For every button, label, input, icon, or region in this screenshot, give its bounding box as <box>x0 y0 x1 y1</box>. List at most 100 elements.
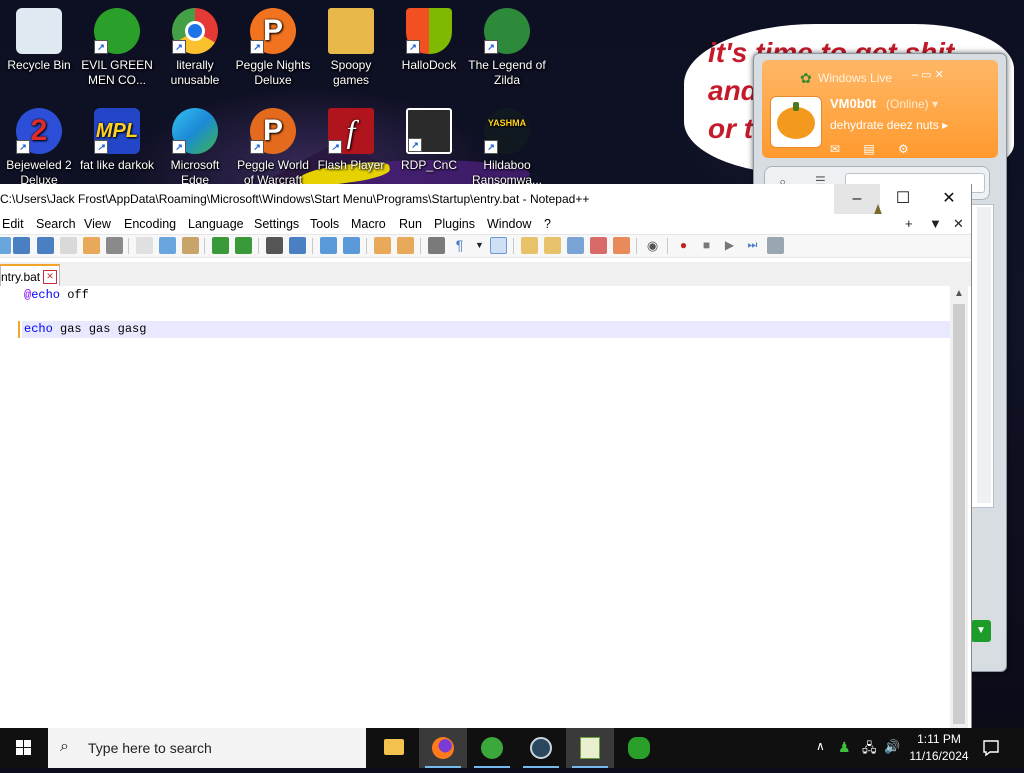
desktop-icon-microsoft-edge[interactable]: ↗ Microsoft Edge <box>156 100 234 188</box>
tab-list-button[interactable]: ▼ <box>929 216 942 231</box>
eye-icon[interactable]: ◉ <box>644 237 661 254</box>
desktop-icon-fat-like-darkok[interactable]: MPL ↗ fat like darkok <box>78 100 156 173</box>
sync-horizontal-icon[interactable] <box>397 237 414 254</box>
taskbar-app-green-men[interactable] <box>615 728 663 768</box>
zoom-out-icon[interactable] <box>343 237 360 254</box>
menu-macro[interactable]: Macro <box>351 217 386 231</box>
notification-center-icon[interactable] <box>982 739 1000 757</box>
code-line-3[interactable]: echo gas gas gasg <box>24 322 146 336</box>
desktop-icon-label: Recycle Bin <box>7 58 71 72</box>
wlm-scrollbar[interactable] <box>977 207 991 503</box>
network-icon[interactable]: 🖧 <box>862 739 877 761</box>
document-map-icon[interactable] <box>544 237 561 254</box>
npp-editor[interactable]: @echo off echo gas gas gasg ▲ <box>0 286 971 728</box>
menu-run[interactable]: Run <box>399 217 422 231</box>
chevron-down-icon[interactable]: ▼ <box>471 237 488 254</box>
menu-search[interactable]: Search <box>36 217 76 231</box>
menu-tools[interactable]: Tools <box>310 217 339 231</box>
cut-icon[interactable] <box>136 237 153 254</box>
close-button[interactable]: ✕ <box>926 184 972 214</box>
volume-icon[interactable]: 🔊 <box>884 739 900 755</box>
tab-close-icon[interactable]: ✕ <box>43 270 57 284</box>
green-men-icon: ↗ <box>94 8 140 54</box>
editor-scrollbar[interactable]: ▲ <box>950 286 968 728</box>
desktop-icon-hallodock[interactable]: ↗ HalloDock <box>390 0 468 73</box>
wlm-display-name[interactable]: VM0b0t <box>830 96 876 111</box>
record-macro-icon[interactable]: ● <box>675 237 692 254</box>
redo-icon[interactable] <box>235 237 252 254</box>
print-icon[interactable] <box>106 237 123 254</box>
new-tab-button[interactable]: + <box>905 216 913 231</box>
desktop-icon-rdp-cnc[interactable]: ↗ RDP_CnC <box>390 100 468 173</box>
undo-icon[interactable] <box>212 237 229 254</box>
desktop-icon-peggle-nights[interactable]: P ↗ Peggle Nights Deluxe <box>234 0 312 88</box>
wlm-status-dropdown[interactable]: (Online) ▾ <box>886 97 938 111</box>
sync-vertical-icon[interactable] <box>374 237 391 254</box>
menu-help[interactable]: ? <box>544 217 551 231</box>
zoom-in-icon[interactable] <box>320 237 337 254</box>
desktop-icon-peggle-wow[interactable]: P ↗ Peggle World of Warcraft <box>234 100 312 188</box>
menu-encoding[interactable]: Encoding <box>124 217 176 231</box>
avatar[interactable] <box>770 96 822 148</box>
save-all-icon[interactable] <box>37 237 54 254</box>
tab-entry-bat[interactable]: ntry.bat ✕ <box>0 264 60 288</box>
folder-as-workspace-icon[interactable] <box>590 237 607 254</box>
save-macro-icon[interactable] <box>767 237 784 254</box>
clock-date: 11/16/2024 <box>909 749 969 763</box>
menu-window[interactable]: Window <box>487 217 531 231</box>
save-icon[interactable] <box>13 237 30 254</box>
close-file-icon[interactable] <box>60 237 77 254</box>
desktop-icon-evil-green-men[interactable]: ↗ EVIL GREEN MEN CO... <box>78 0 156 88</box>
stop-macro-icon[interactable]: ■ <box>698 237 715 254</box>
taskbar-app-firefox[interactable] <box>419 728 467 768</box>
taskbar-app-steam[interactable] <box>517 728 565 768</box>
taskbar-app-notepad-plus-plus[interactable] <box>566 728 614 768</box>
taskbar-clock[interactable]: 1:11 PM 11/16/2024 <box>900 731 978 765</box>
notepad-plus-plus-window[interactable]: C:\Users\Jack Frost\AppData\Roaming\Micr… <box>0 184 972 728</box>
desktop-icon-flash-player[interactable]: f ↗ Flash Player <box>312 100 390 173</box>
chevron-up-icon[interactable]: ∧ <box>816 739 825 753</box>
close-all-icon[interactable] <box>83 237 100 254</box>
scrollbar-thumb[interactable] <box>953 304 965 724</box>
monitoring-icon[interactable] <box>613 237 630 254</box>
pumpkin-avatar-image <box>777 107 815 139</box>
word-wrap-icon[interactable] <box>428 237 445 254</box>
indent-guide-icon[interactable] <box>490 237 507 254</box>
scroll-up-icon[interactable]: ▲ <box>954 288 964 299</box>
desktop-icon-hildaboo[interactable]: YASHMA ↗ Hildaboo Ransomwa... <box>468 100 546 188</box>
menu-language[interactable]: Language <box>188 217 244 231</box>
desktop-icon-literally-unusable[interactable]: ↗ literally unusable <box>156 0 234 88</box>
desktop-icon-label: fat like darkok <box>79 158 155 172</box>
find-icon[interactable] <box>266 237 283 254</box>
desktop-icon-recycle-bin[interactable]: Recycle Bin <box>0 0 78 73</box>
menu-edit[interactable]: Edit <box>2 217 24 231</box>
copy-icon[interactable] <box>159 237 176 254</box>
taskbar-search-box[interactable]: ⌕ Type here to search <box>48 728 366 768</box>
menu-settings[interactable]: Settings <box>254 217 299 231</box>
recycle-bin-icon <box>16 8 62 54</box>
define-language-icon[interactable] <box>521 237 538 254</box>
desktop-icon-bejeweled[interactable]: 2 ↗ Bejeweled 2 Deluxe <box>0 100 78 188</box>
desktop-icon-spoopy-games[interactable]: Spoopy games <box>312 0 390 88</box>
code-line-1[interactable]: @echo off <box>24 288 89 302</box>
wlm-quick-icons[interactable]: ✉ ▤ ⚙ <box>830 142 919 156</box>
menu-view[interactable]: View <box>84 217 111 231</box>
desktop-icon-legend-of-zilda[interactable]: ↗ The Legend of Zilda <box>468 0 546 88</box>
start-button[interactable] <box>0 728 48 768</box>
wlm-personal-message[interactable]: dehydrate deez nuts ▸ <box>830 118 948 132</box>
toolbar-separator <box>204 238 205 254</box>
play-macro-icon[interactable]: ▶ <box>721 237 738 254</box>
new-file-icon[interactable] <box>0 237 11 254</box>
replace-icon[interactable] <box>289 237 306 254</box>
menu-plugins[interactable]: Plugins <box>434 217 475 231</box>
close-tab-button[interactable]: ✕ <box>953 216 964 232</box>
show-all-characters-icon[interactable]: ¶ <box>451 237 468 254</box>
paste-icon[interactable] <box>182 237 199 254</box>
run-macro-multiple-icon[interactable]: ⏭ <box>744 237 761 254</box>
function-list-icon[interactable] <box>567 237 584 254</box>
wlm-window-controls[interactable]: – ▭ ✕ <box>912 68 944 81</box>
wlm-green-button[interactable]: ▼ <box>971 620 991 642</box>
taskbar-app-file-explorer[interactable] <box>370 728 418 768</box>
messenger-tray-icon[interactable]: ♟ <box>838 739 851 756</box>
taskbar-app-messenger[interactable] <box>468 728 516 768</box>
